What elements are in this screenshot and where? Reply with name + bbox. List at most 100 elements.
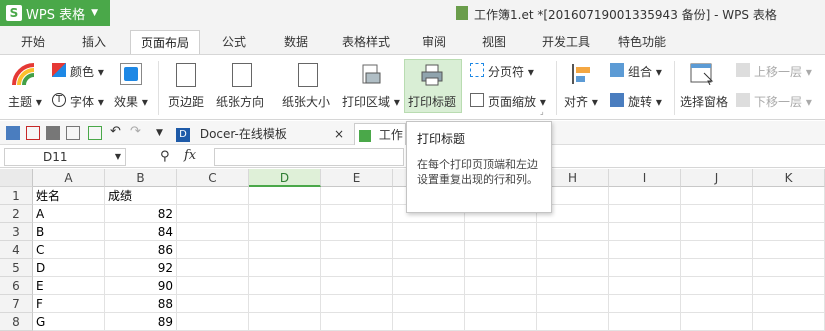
cell-b5[interactable]: 92: [105, 259, 177, 277]
grid-cell[interactable]: [393, 241, 465, 259]
grid-cell[interactable]: [177, 259, 249, 277]
grid-cell[interactable]: [465, 277, 537, 295]
grid-cell[interactable]: [321, 313, 393, 331]
grid-cell[interactable]: [609, 277, 681, 295]
tab-developer[interactable]: 开发工具: [534, 30, 598, 54]
grid-cell[interactable]: [681, 187, 753, 205]
grid-cell[interactable]: [465, 223, 537, 241]
cell-b3[interactable]: 84: [105, 223, 177, 241]
doc-tab-docer[interactable]: D Docer-在线模板 ×: [176, 123, 352, 145]
column-header[interactable]: K: [753, 169, 825, 187]
row-header[interactable]: 6: [0, 277, 33, 295]
column-header[interactable]: C: [177, 169, 249, 187]
print-area-button[interactable]: 打印区域 ▾: [342, 93, 400, 110]
print-icon[interactable]: [46, 126, 60, 140]
grid-cell[interactable]: [249, 313, 321, 331]
column-header[interactable]: E: [321, 169, 393, 187]
send-backward-icon[interactable]: [736, 93, 750, 107]
grid-cell[interactable]: [321, 187, 393, 205]
grid-cell[interactable]: [465, 295, 537, 313]
orientation-icon[interactable]: [232, 63, 252, 87]
rotate-icon[interactable]: [610, 93, 624, 107]
grid-cell[interactable]: [537, 241, 609, 259]
cell-b2[interactable]: 82: [105, 205, 177, 223]
tab-home[interactable]: 开始: [14, 30, 52, 54]
cell-a5[interactable]: D: [33, 259, 105, 277]
grid-cell[interactable]: [681, 205, 753, 223]
grid-cell[interactable]: [177, 313, 249, 331]
tab-insert[interactable]: 插入: [74, 30, 114, 54]
grid-cell[interactable]: [753, 187, 825, 205]
align-icon[interactable]: [570, 63, 592, 85]
grid-cell[interactable]: [609, 313, 681, 331]
cell-b1[interactable]: 成绩: [105, 187, 177, 205]
page-break-icon[interactable]: [470, 63, 484, 77]
rotate-button[interactable]: 旋转 ▾: [628, 93, 662, 110]
grid-cell[interactable]: [249, 205, 321, 223]
effects-button[interactable]: 效果 ▾: [114, 93, 148, 110]
grid-cell[interactable]: [249, 277, 321, 295]
cell-a1[interactable]: 姓名: [33, 187, 105, 205]
group-button[interactable]: 组合 ▾: [628, 63, 662, 80]
app-menu-button[interactable]: S WPS 表格 ▼: [0, 0, 110, 26]
send-backward-button[interactable]: 下移一层 ▾: [754, 93, 812, 110]
cell-a2[interactable]: A: [33, 205, 105, 223]
grid-cell[interactable]: [681, 223, 753, 241]
print-area-icon[interactable]: [360, 63, 382, 87]
cell-a4[interactable]: C: [33, 241, 105, 259]
grid-cell[interactable]: [537, 223, 609, 241]
cell-b7[interactable]: 88: [105, 295, 177, 313]
print-titles-button[interactable]: 打印标题: [408, 93, 456, 110]
grid-cell[interactable]: [609, 187, 681, 205]
row-header[interactable]: 7: [0, 295, 33, 313]
cell-a8[interactable]: G: [33, 313, 105, 331]
color-icon[interactable]: [52, 63, 66, 77]
grid-cell[interactable]: [321, 205, 393, 223]
grid-cell[interactable]: [753, 313, 825, 331]
tab-table-style[interactable]: 表格样式: [334, 30, 398, 54]
grid-cell[interactable]: [537, 295, 609, 313]
grid-cell[interactable]: [681, 313, 753, 331]
column-header-selected[interactable]: D: [249, 169, 321, 187]
grid-cell[interactable]: [681, 241, 753, 259]
page-scale-icon[interactable]: [470, 93, 484, 107]
grid-cell[interactable]: [249, 223, 321, 241]
grid-cell[interactable]: [609, 205, 681, 223]
name-box[interactable]: D11 ▼: [4, 148, 126, 166]
paper-size-icon[interactable]: [298, 63, 318, 87]
grid-cell[interactable]: [465, 241, 537, 259]
row-header[interactable]: 3: [0, 223, 33, 241]
grid-cell[interactable]: [321, 223, 393, 241]
cell-b6[interactable]: 90: [105, 277, 177, 295]
column-header[interactable]: J: [681, 169, 753, 187]
grid-cell[interactable]: [177, 241, 249, 259]
align-button[interactable]: 对齐 ▾: [564, 93, 598, 110]
grid-cell[interactable]: [321, 295, 393, 313]
grid-cell[interactable]: [249, 241, 321, 259]
grid-cell[interactable]: [393, 223, 465, 241]
row-header[interactable]: 8: [0, 313, 33, 331]
orientation-button[interactable]: 纸张方向: [216, 93, 264, 110]
color-button[interactable]: 颜色 ▾: [70, 63, 104, 80]
doc-tab-workbook[interactable]: 工作簿: [354, 123, 406, 164]
effects-icon[interactable]: [120, 63, 142, 85]
grid-cell[interactable]: [321, 241, 393, 259]
grid-cell[interactable]: [753, 223, 825, 241]
selection-pane-button[interactable]: 选择窗格: [680, 93, 728, 110]
grid-cell[interactable]: [753, 277, 825, 295]
theme-button[interactable]: 主题 ▾: [8, 93, 42, 110]
grid-cell[interactable]: [393, 277, 465, 295]
grid-cell[interactable]: [249, 259, 321, 277]
grid-cell[interactable]: [465, 259, 537, 277]
grid-cell[interactable]: [681, 259, 753, 277]
tab-data[interactable]: 数据: [276, 30, 316, 54]
grid-cell[interactable]: [537, 259, 609, 277]
grid-cell[interactable]: [465, 313, 537, 331]
bring-forward-icon[interactable]: [736, 63, 750, 77]
grid-cell[interactable]: [753, 259, 825, 277]
margins-icon[interactable]: [176, 63, 196, 87]
grid-cell[interactable]: [681, 277, 753, 295]
tab-page-layout[interactable]: 页面布局: [130, 30, 200, 54]
grid-cell[interactable]: [393, 313, 465, 331]
tab-formulas[interactable]: 公式: [214, 30, 254, 54]
